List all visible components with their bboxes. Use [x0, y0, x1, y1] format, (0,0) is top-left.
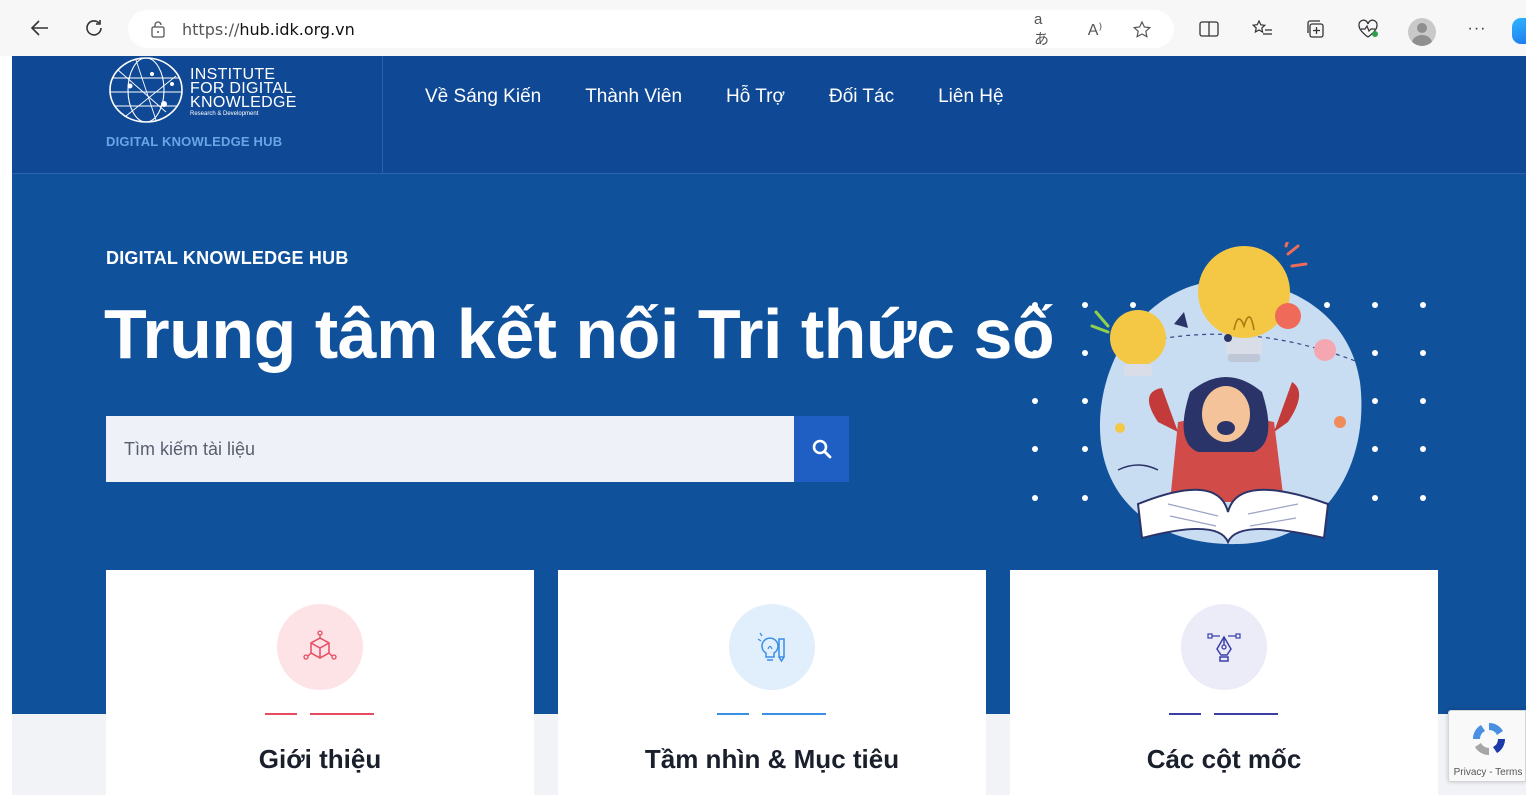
favorites-list-icon[interactable]: [1249, 16, 1275, 42]
dot: [1032, 398, 1038, 404]
dot: [1372, 350, 1378, 356]
card-accent-short: [1169, 713, 1201, 715]
address-bar[interactable]: https://hub.idk.org.vn aあ A⁾: [128, 10, 1174, 48]
card-title: Các cột mốc: [1146, 744, 1302, 774]
hero-illustration: [1078, 232, 1368, 552]
search-icon: [812, 439, 831, 459]
menu-item-contact[interactable]: Liên Hệ: [938, 86, 1004, 108]
hero-eyebrow: DIGITAL KNOWLEDGE HUB: [106, 248, 349, 268]
search-button[interactable]: [794, 416, 849, 482]
dot: [1032, 446, 1038, 452]
logo-line: KNOWLEDGE: [190, 94, 297, 111]
translate-icon[interactable]: aあ: [1034, 11, 1056, 48]
hero-title: Trung tâm kết nối Tri thức số: [104, 295, 1055, 373]
dot: [1372, 302, 1378, 308]
card-accent-long: [310, 713, 374, 715]
dot: [1372, 398, 1378, 404]
main-menu: Về Sáng Kiến Thành Viên Hỗ Trợ Đối Tác L…: [425, 86, 1048, 108]
header-divider: [382, 56, 383, 174]
dot: [1032, 495, 1038, 501]
dot: [1420, 398, 1426, 404]
menu-item-members[interactable]: Thành Viên: [585, 86, 682, 108]
browser-toolbar: https://hub.idk.org.vn aあ A⁾ ···: [0, 0, 1526, 56]
logo-subtitle: DIGITAL KNOWLEDGE HUB: [106, 134, 283, 149]
url-text[interactable]: https://hub.idk.org.vn: [182, 20, 355, 39]
card-accent-short: [265, 713, 297, 715]
profile-avatar[interactable]: [1408, 18, 1436, 46]
lock-icon[interactable]: [148, 19, 168, 39]
recaptcha-links[interactable]: Privacy - Terms: [1449, 767, 1526, 778]
card-title: Giới thiệu: [258, 744, 382, 774]
more-menu-icon[interactable]: ···: [1464, 16, 1490, 42]
search-input[interactable]: [106, 416, 794, 482]
card-milestones[interactable]: Các cột mốc: [1010, 570, 1438, 795]
menu-item-partners[interactable]: Đối Tác: [829, 86, 894, 108]
pen-tool-icon: [1181, 604, 1267, 690]
recaptcha-badge[interactable]: Privacy - Terms: [1448, 710, 1526, 782]
idea-pencil-icon: [729, 604, 815, 690]
split-screen-icon[interactable]: [1196, 16, 1222, 42]
read-aloud-icon[interactable]: A⁾: [1084, 19, 1106, 41]
collections-icon[interactable]: [1302, 16, 1328, 42]
card-accent-long: [1214, 713, 1278, 715]
dot: [1420, 495, 1426, 501]
copilot-icon[interactable]: [1512, 18, 1526, 44]
dot: [1032, 302, 1038, 308]
dot: [1420, 350, 1426, 356]
dot: [1372, 446, 1378, 452]
refresh-icon[interactable]: [80, 14, 108, 42]
logo-tagline: Research & Development: [190, 111, 259, 117]
card-introduction[interactable]: Giới thiệu: [106, 570, 534, 795]
logo-wordmark: INSTITUTE FOR DIGITAL KNOWLEDGE Research…: [190, 67, 297, 118]
dot: [1420, 446, 1426, 452]
card-title: Tầm nhìn & Mục tiêu: [644, 744, 900, 774]
back-arrow-icon[interactable]: [26, 14, 54, 42]
card-vision-goals[interactable]: Tầm nhìn & Mục tiêu: [558, 570, 986, 795]
recaptcha-logo-icon: [1472, 722, 1506, 756]
search-form: [106, 416, 849, 482]
card-accent-long: [762, 713, 826, 715]
dot: [1032, 350, 1038, 356]
dot: [1372, 495, 1378, 501]
site-header: INSTITUTE FOR DIGITAL KNOWLEDGE Research…: [12, 56, 1526, 174]
card-accent-short: [717, 713, 749, 715]
dot: [1420, 302, 1426, 308]
menu-item-about[interactable]: Về Sáng Kiến: [425, 86, 541, 108]
browser-essentials-icon[interactable]: [1355, 16, 1381, 42]
menu-item-support[interactable]: Hỗ Trợ: [726, 86, 785, 108]
favorite-star-icon[interactable]: [1131, 19, 1153, 41]
cube-network-icon: [277, 604, 363, 690]
